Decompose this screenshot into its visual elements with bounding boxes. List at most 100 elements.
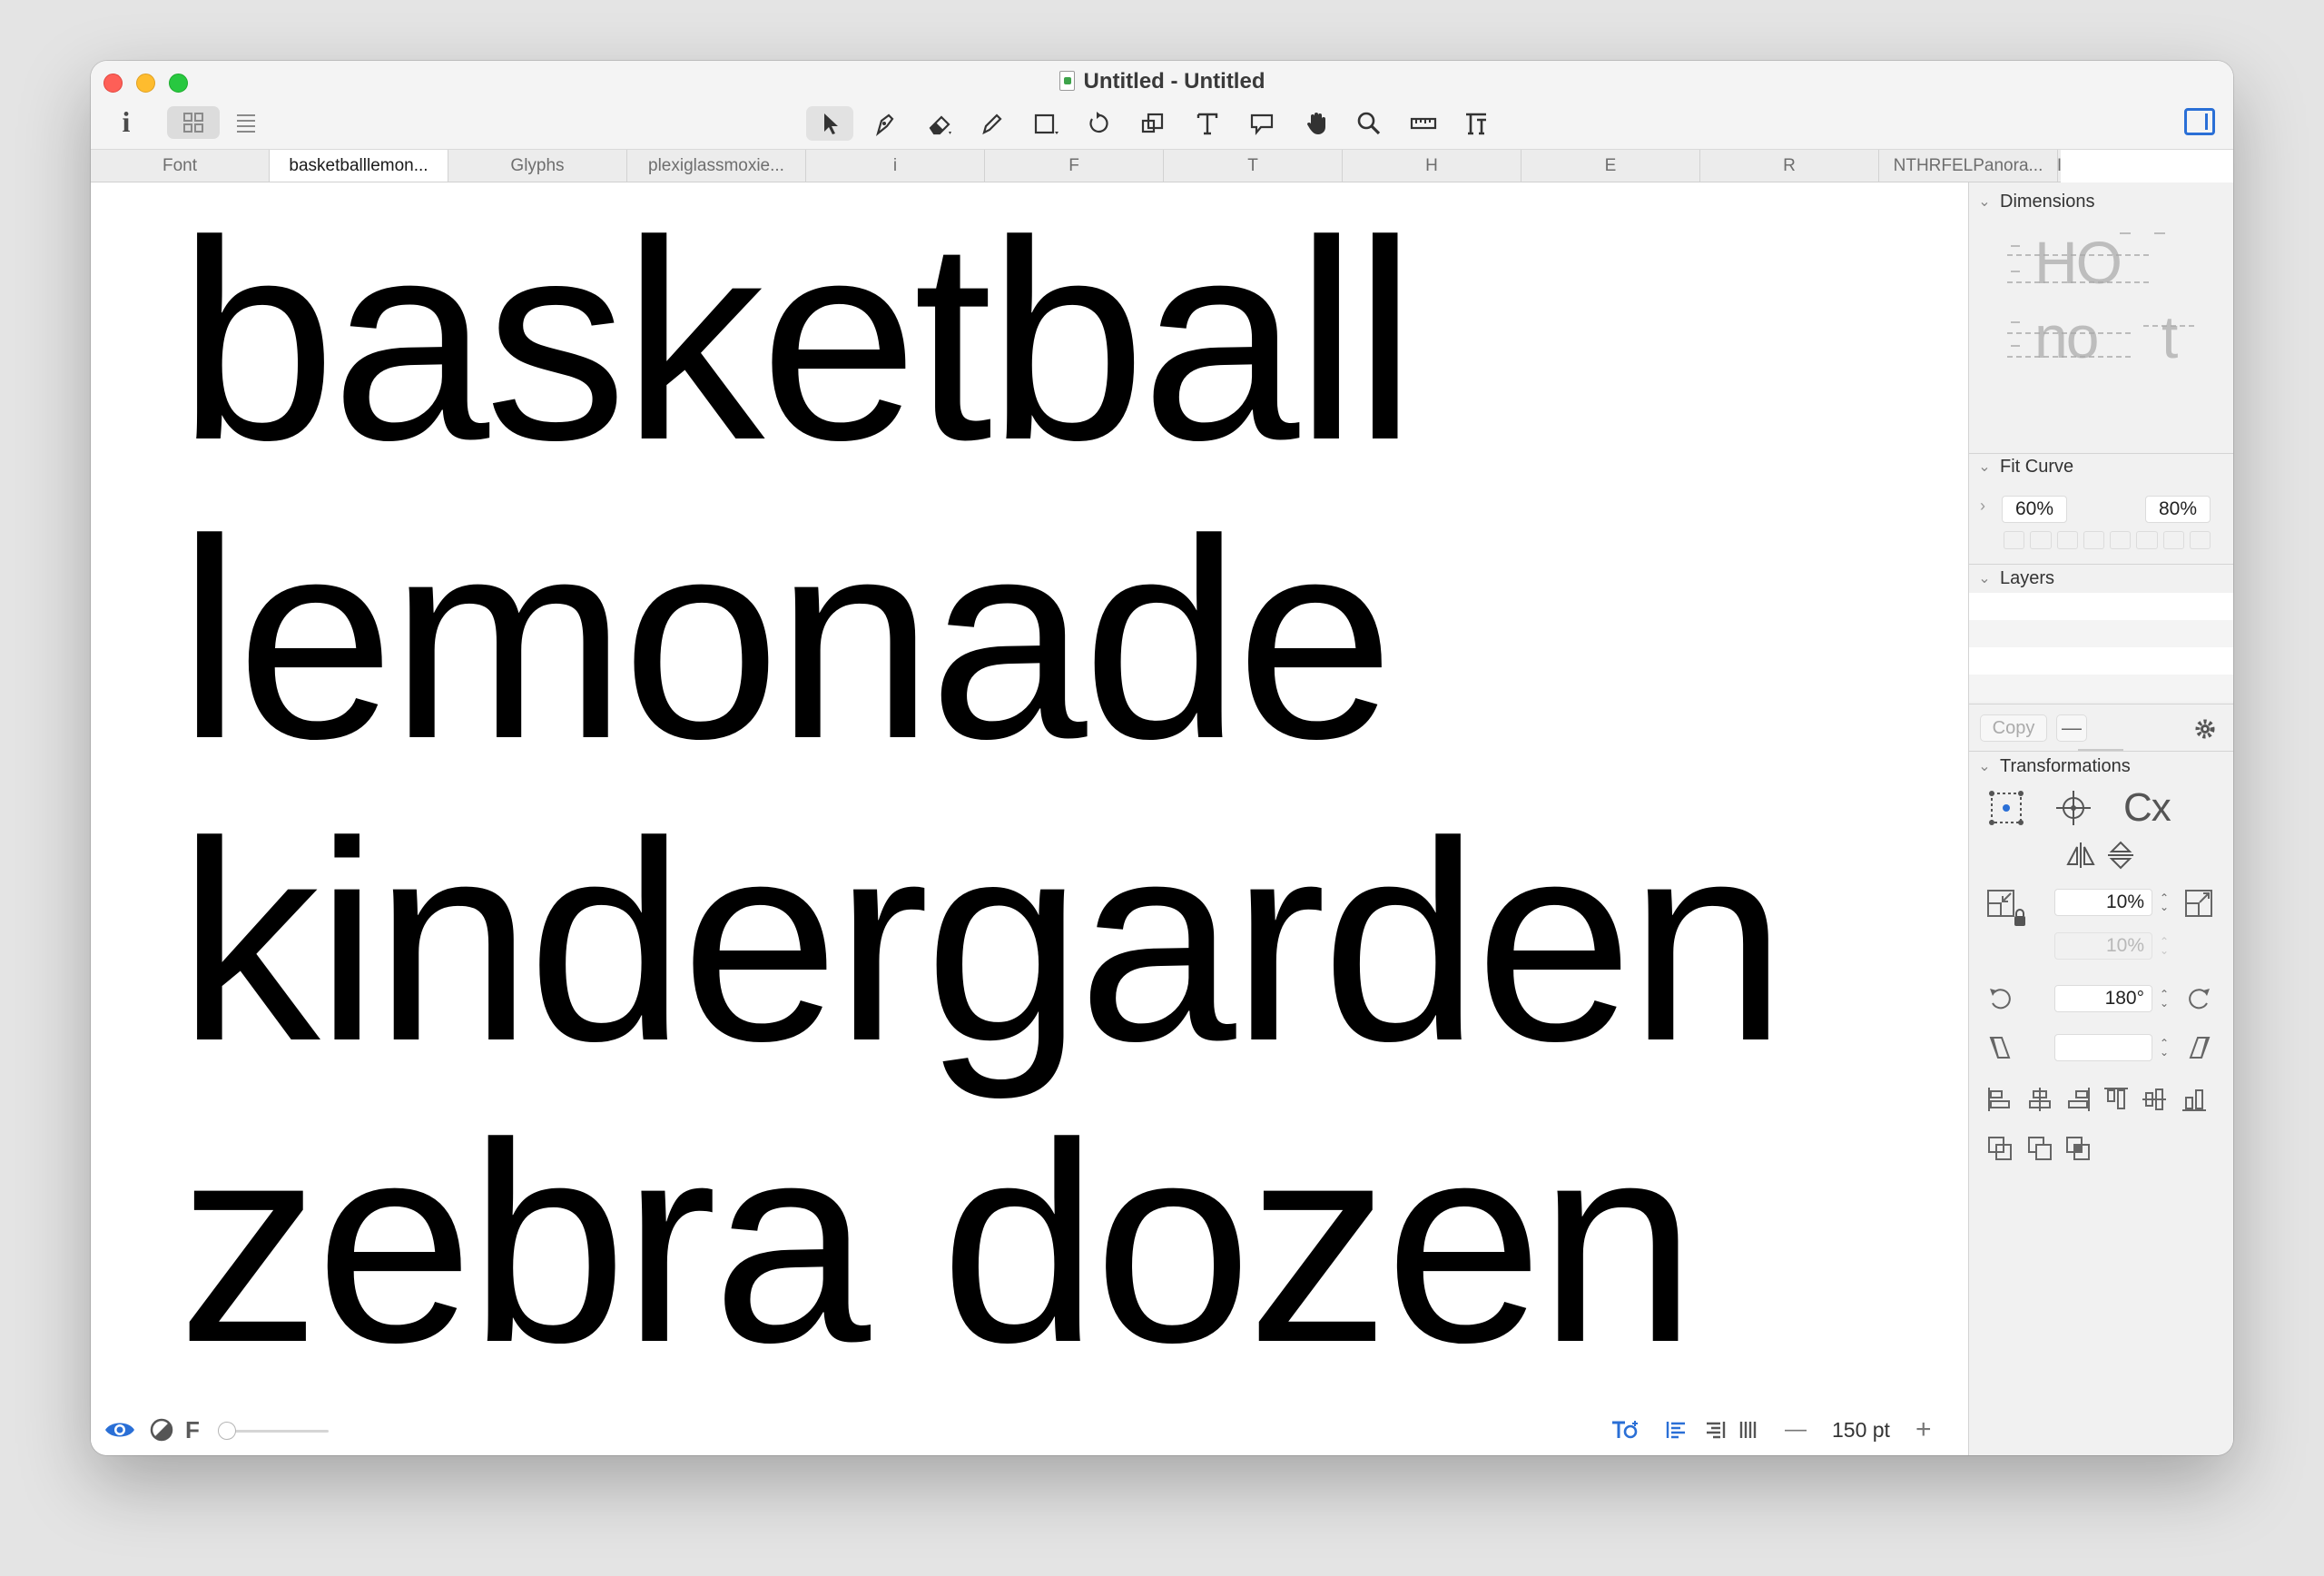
- scale-vertical-stepper[interactable]: ⌃ ⌄: [2158, 932, 2171, 960]
- fit-curve-slot[interactable]: [2110, 531, 2132, 549]
- dimensions-header[interactable]: ⌄ Dimensions: [1969, 188, 2233, 215]
- pen-icon[interactable]: [861, 106, 908, 141]
- zoom-icon[interactable]: [1345, 106, 1393, 141]
- fit-curve-slot[interactable]: [2189, 531, 2211, 549]
- list-view-icon[interactable]: [220, 106, 272, 139]
- layer-row[interactable]: [1969, 620, 2233, 647]
- text-line-3[interactable]: kindergarden: [178, 800, 1787, 1084]
- lock-icon[interactable]: [2013, 909, 2027, 927]
- tab-font[interactable]: Font: [91, 150, 270, 182]
- tab-e[interactable]: E: [1521, 150, 1700, 182]
- invert-icon[interactable]: [149, 1413, 174, 1446]
- layer-row[interactable]: [1969, 593, 2233, 620]
- flip-vertical-icon[interactable]: [2105, 840, 2136, 871]
- flip-horizontal-icon[interactable]: [2065, 840, 2096, 871]
- union-icon[interactable]: [1985, 1134, 2014, 1163]
- scale-field[interactable]: 10%: [2054, 889, 2152, 916]
- dimensions-guides: [2007, 232, 2198, 358]
- fit-curve-slot[interactable]: [2030, 531, 2052, 549]
- layer-row[interactable]: [1969, 675, 2233, 702]
- select-arrow-icon[interactable]: [806, 106, 853, 141]
- text-line-4[interactable]: zebra dozen: [178, 1101, 1697, 1385]
- layers-list[interactable]: [1969, 593, 2233, 702]
- tab-capital-i[interactable]: I: [2058, 150, 2061, 182]
- align-left-icon[interactable]: [1665, 1413, 1689, 1446]
- remove-layer-button[interactable]: —: [2056, 714, 2087, 742]
- annotation-icon[interactable]: [1238, 106, 1285, 141]
- gear-icon[interactable]: [2192, 716, 2218, 742]
- fit-curve-slot[interactable]: [2004, 531, 2025, 549]
- fit-curve-slot[interactable]: [2056, 531, 2078, 549]
- tab-i[interactable]: i: [806, 150, 985, 182]
- rotate-ccw-icon[interactable]: [1985, 983, 2016, 1014]
- measure-icon[interactable]: [1400, 106, 1447, 141]
- fit-curve-max-field[interactable]: 80%: [2145, 496, 2211, 523]
- tab-f[interactable]: F: [985, 150, 1164, 182]
- tab-basketballlemon[interactable]: basketballlemon...: [270, 150, 448, 182]
- font-size-value[interactable]: 150 pt: [1832, 1413, 1890, 1446]
- info-button[interactable]: i: [109, 104, 143, 139]
- fit-curve-min-field[interactable]: 60%: [2002, 496, 2067, 523]
- slant-field[interactable]: [2054, 1034, 2152, 1061]
- align-bottom-edge-icon[interactable]: [2180, 1085, 2209, 1114]
- text-line-2[interactable]: lemonade: [178, 497, 1394, 782]
- subtract-icon[interactable]: [2025, 1134, 2054, 1163]
- scale-vertical-field[interactable]: 10%: [2054, 932, 2152, 960]
- cx-origin-label[interactable]: Cx: [2123, 785, 2171, 831]
- sidebar-toggle-icon[interactable]: [2184, 108, 2215, 135]
- pencil-icon[interactable]: [968, 106, 1015, 141]
- scale-icon[interactable]: [1129, 106, 1177, 141]
- transformations-header[interactable]: ⌄ Transformations: [1969, 753, 2233, 780]
- tab-t[interactable]: T: [1164, 150, 1343, 182]
- tab-h[interactable]: H: [1343, 150, 1521, 182]
- text-line-1[interactable]: basketball: [178, 199, 1416, 483]
- preview-slider-track[interactable]: [227, 1430, 329, 1433]
- rotate-icon[interactable]: [1075, 106, 1122, 141]
- eraser-icon[interactable]: [917, 106, 964, 141]
- preview-slider-knob[interactable]: [218, 1422, 236, 1440]
- scale-up-icon[interactable]: [2183, 888, 2214, 919]
- chevron-down-icon: ⌄: [1978, 459, 1991, 475]
- fit-curve-slot[interactable]: [2136, 531, 2158, 549]
- fit-curve-slot[interactable]: [2162, 531, 2184, 549]
- slant-right-icon[interactable]: [2183, 1032, 2214, 1063]
- text-icon[interactable]: [1184, 106, 1231, 141]
- tab-r[interactable]: R: [1700, 150, 1879, 182]
- scale-down-icon[interactable]: [1985, 888, 2016, 919]
- zoom-out-button[interactable]: —: [1785, 1413, 1807, 1446]
- preview-eye-icon[interactable]: [103, 1413, 136, 1446]
- tab-nthrfelpanora[interactable]: NTHRFELPanora...: [1879, 150, 2058, 182]
- vertical-text-icon[interactable]: [1738, 1413, 1759, 1446]
- align-right-icon[interactable]: [1703, 1413, 1727, 1446]
- slant-stepper[interactable]: ⌃ ⌄: [2158, 1034, 2171, 1061]
- rotate-cw-icon[interactable]: [2183, 983, 2214, 1014]
- layer-row[interactable]: [1969, 647, 2233, 675]
- chevron-right-icon[interactable]: ›: [1980, 497, 1985, 516]
- rotate-field[interactable]: 180°: [2054, 985, 2152, 1012]
- scale-stepper[interactable]: ⌃ ⌄: [2158, 889, 2171, 916]
- edit-canvas[interactable]: basketball lemonade kindergarden zebra d…: [91, 182, 1968, 1406]
- rotate-stepper[interactable]: ⌃ ⌄: [2158, 985, 2171, 1012]
- align-center-horizontal-icon[interactable]: [2025, 1085, 2054, 1114]
- grid-view-icon[interactable]: [167, 106, 220, 139]
- align-center-vertical-icon[interactable]: [2140, 1085, 2169, 1114]
- text-options-icon[interactable]: [1610, 1413, 1641, 1446]
- intersect-icon[interactable]: [2063, 1134, 2093, 1163]
- tab-glyphs[interactable]: Glyphs: [448, 150, 627, 182]
- layers-header[interactable]: ⌄ Layers: [1969, 565, 2233, 592]
- copy-layer-button[interactable]: Copy: [1980, 714, 2047, 742]
- align-left-edge-icon[interactable]: [1985, 1085, 2014, 1114]
- align-top-edge-icon[interactable]: [2102, 1085, 2131, 1114]
- type-tool-icon[interactable]: [1452, 106, 1500, 141]
- rectangle-icon[interactable]: [1022, 106, 1069, 141]
- slant-left-icon[interactable]: [1985, 1032, 2016, 1063]
- fit-curve-slot[interactable]: [2083, 531, 2104, 549]
- tab-plexiglassmoxie[interactable]: plexiglassmoxie...: [627, 150, 806, 182]
- align-right-edge-icon[interactable]: [2063, 1085, 2093, 1114]
- crosshair-origin-icon[interactable]: [2054, 789, 2093, 827]
- zoom-in-button[interactable]: +: [1915, 1413, 1932, 1446]
- bounding-box-origin-icon[interactable]: [1987, 789, 2025, 827]
- font-label[interactable]: F: [185, 1413, 200, 1446]
- fit-curve-header[interactable]: ⌄ Fit Curve: [1969, 453, 2233, 480]
- hand-icon[interactable]: [1293, 106, 1340, 141]
